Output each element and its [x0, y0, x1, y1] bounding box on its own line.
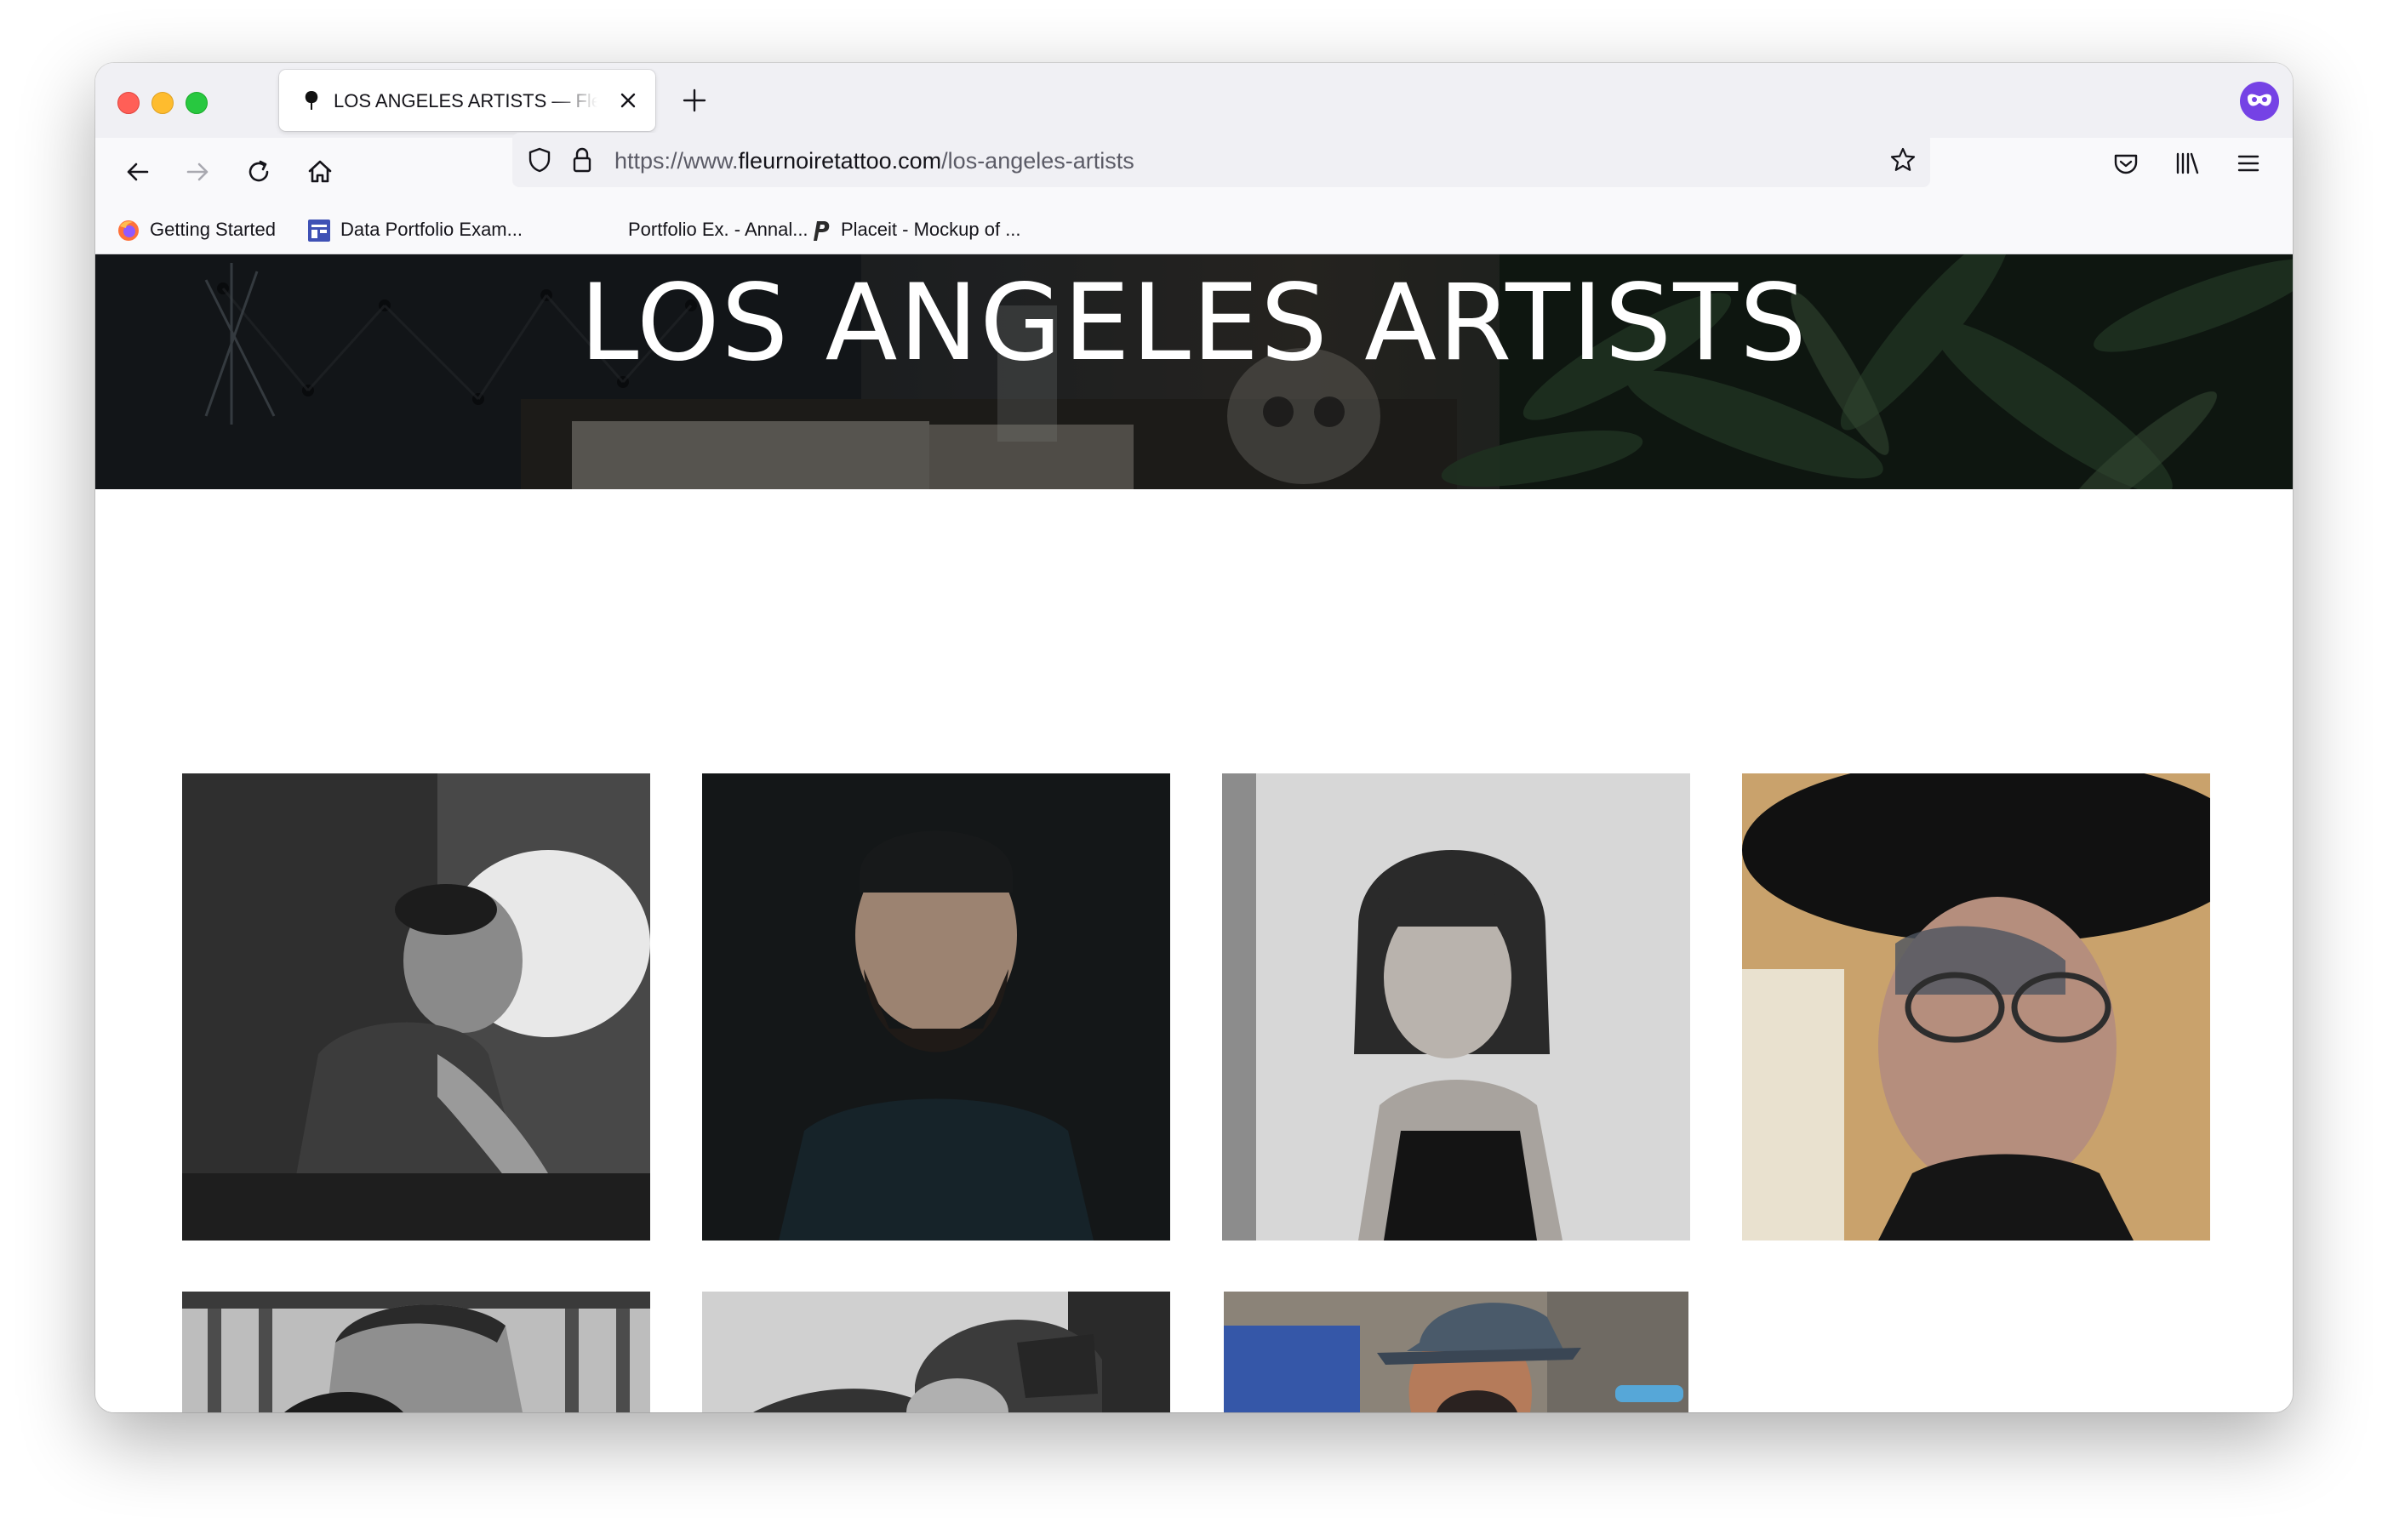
artist-photo-3[interactable] [1222, 773, 1690, 1241]
tab-title: LOS ANGELES ARTISTS — Fleur Noire Tattoo [334, 90, 597, 111]
bookmark-data-portfolio[interactable]: Data Portfolio Exam... [306, 214, 523, 245]
artist-photo-5[interactable] [182, 1292, 650, 1412]
bookmark-getting-started[interactable]: Getting Started [116, 214, 276, 245]
home-icon[interactable] [303, 155, 337, 189]
close-window-button[interactable] [117, 92, 140, 114]
menu-hamburger-icon[interactable] [2231, 146, 2265, 180]
web-page: LOS ANGELES ARTISTS [95, 254, 2293, 1412]
artist-photo-image [1742, 773, 2210, 1241]
url-path: /los-angeles-artists [941, 148, 1134, 174]
browser-window: LOS ANGELES ARTISTS — Fleur Noire Tattoo [95, 63, 2293, 1412]
pocket-icon[interactable] [2109, 146, 2143, 180]
bookmark-placeit[interactable]: Placeit - Mockup of ... [807, 214, 1021, 245]
artist-photo-image [702, 1292, 1170, 1412]
private-browsing-mask-icon[interactable] [2240, 82, 2279, 121]
bookmark-label: Getting Started [150, 219, 276, 240]
artist-photo-7[interactable] [1224, 1292, 1688, 1412]
rose-favicon-icon [305, 91, 318, 110]
bookmarks-toolbar: Getting Started Data Portfolio Exam... P… [95, 206, 2293, 254]
lock-icon[interactable] [567, 145, 597, 175]
reload-icon[interactable] [242, 155, 276, 189]
url-text[interactable]: https://www.fleurnoiretattoo.com/los-ang… [614, 147, 1134, 174]
bookmark-star-icon[interactable] [1888, 145, 1918, 175]
bookmark-label: Data Portfolio Exam... [340, 219, 523, 240]
artist-photo-image [702, 773, 1170, 1241]
library-icon[interactable] [2170, 146, 2204, 180]
artist-photo-image [182, 773, 650, 1241]
address-bar[interactable]: https://www.fleurnoiretattoo.com/los-ang… [512, 133, 1930, 187]
artist-photo-6[interactable] [702, 1292, 1170, 1412]
zoom-window-button[interactable] [186, 92, 208, 114]
forward-arrow-icon[interactable] [180, 155, 214, 189]
layout-icon [308, 220, 330, 242]
url-domain: fleurnoiretattoo.com [738, 148, 942, 174]
bookmark-label: Placeit - Mockup of ... [841, 219, 1021, 240]
artist-photo-4[interactable] [1742, 773, 2210, 1241]
blank-favicon-icon [594, 218, 620, 243]
artist-photo-image [1222, 773, 1690, 1241]
minimize-window-button[interactable] [151, 92, 174, 114]
back-arrow-icon[interactable] [121, 155, 155, 189]
placeit-icon [814, 221, 830, 242]
firefox-icon [118, 220, 139, 242]
close-tab-icon[interactable] [614, 87, 642, 114]
tab-strip: LOS ANGELES ARTISTS — Fleur Noire Tattoo [95, 63, 2293, 138]
bookmark-label: Portfolio Ex. - Annal... [628, 219, 808, 240]
artist-photo-image [182, 1292, 650, 1412]
bookmark-portfolio-ex[interactable]: Portfolio Ex. - Annal... [594, 214, 808, 245]
page-title: LOS ANGELES ARTISTS [580, 262, 1808, 385]
artist-photo-1[interactable] [182, 773, 650, 1241]
hero-banner: LOS ANGELES ARTISTS [95, 254, 2293, 489]
artist-photo-2[interactable] [702, 773, 1170, 1241]
artist-photo-image [1224, 1292, 1688, 1412]
shield-icon[interactable] [524, 145, 555, 175]
new-tab-plus-icon[interactable] [679, 85, 710, 116]
active-tab[interactable]: LOS ANGELES ARTISTS — Fleur Noire Tattoo [279, 70, 655, 131]
url-prefix: https://www. [614, 148, 739, 174]
